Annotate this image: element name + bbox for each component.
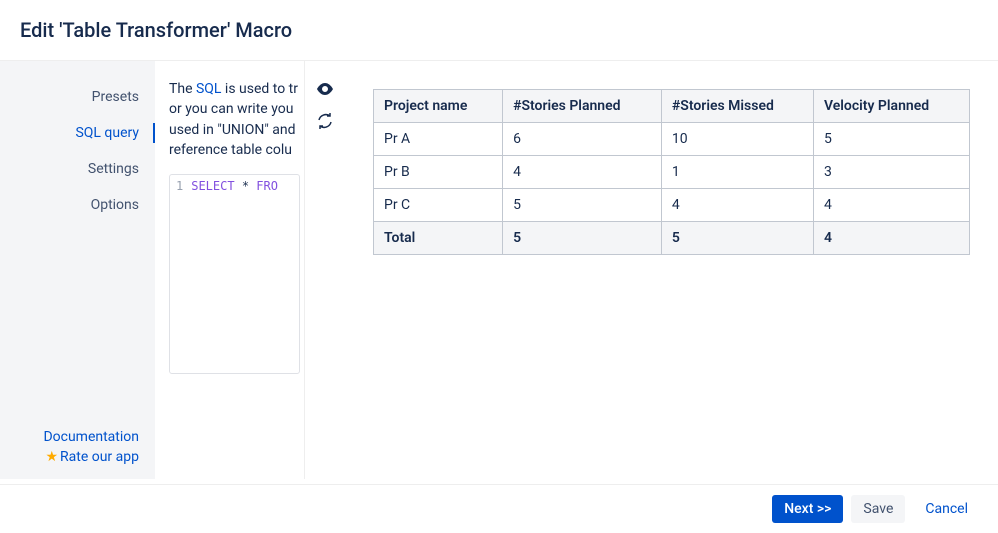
sql-code-editor[interactable]: 1SELECT * FRO	[169, 174, 300, 374]
sidebar: Presets SQL query Settings Options Docum…	[0, 61, 155, 479]
sidebar-item-options[interactable]: Options	[0, 187, 155, 223]
dialog-title: Edit 'Table Transformer' Macro	[20, 18, 978, 42]
sidebar-item-presets[interactable]: Presets	[0, 79, 155, 115]
table-row: Pr A 6 10 5	[374, 123, 970, 156]
table-row: Pr B 4 1 3	[374, 156, 970, 189]
rate-app-label: Rate our app	[60, 449, 139, 465]
sidebar-bottom: Documentation ★Rate our app	[0, 427, 155, 467]
sidebar-nav: Presets SQL query Settings Options	[0, 79, 155, 223]
save-button[interactable]: Save	[851, 495, 905, 523]
line-number: 1	[176, 179, 183, 193]
table-row: Pr C 5 4 4	[374, 189, 970, 222]
next-button[interactable]: Next >>	[772, 495, 843, 523]
rate-app-link[interactable]: ★Rate our app	[0, 447, 145, 467]
refresh-icon[interactable]	[315, 111, 335, 131]
table-header-row: Project name #Stories Planned #Stories M…	[374, 90, 970, 123]
col-project-name: Project name	[374, 90, 503, 123]
dialog-header: Edit 'Table Transformer' Macro	[0, 0, 998, 61]
col-stories-missed: #Stories Missed	[661, 90, 813, 123]
result-table: Project name #Stories Planned #Stories M…	[373, 89, 970, 255]
sidebar-item-label: SQL query	[75, 125, 139, 141]
main-area: Presets SQL query Settings Options Docum…	[0, 61, 998, 479]
col-stories-planned: #Stories Planned	[503, 90, 662, 123]
sidebar-item-sql-query[interactable]: SQL query	[0, 115, 155, 151]
cancel-button[interactable]: Cancel	[913, 495, 980, 523]
editor-panel: The SQL is used to tr or you can write y…	[155, 61, 305, 479]
sidebar-item-label: Settings	[88, 161, 139, 177]
preview-panel: Project name #Stories Planned #Stories M…	[345, 61, 998, 479]
documentation-link[interactable]: Documentation	[0, 427, 145, 447]
sql-keyword: SELECT	[191, 179, 234, 193]
sql-link[interactable]: SQL	[196, 81, 221, 97]
star-icon: ★	[45, 449, 58, 465]
tool-icons	[305, 61, 345, 479]
sidebar-item-label: Options	[91, 197, 139, 213]
dialog-footer: Next >> Save Cancel	[0, 484, 998, 533]
table-total-row: Total 5 5 4	[374, 222, 970, 255]
sql-keyword: FRO	[256, 179, 278, 193]
sidebar-item-settings[interactable]: Settings	[0, 151, 155, 187]
preview-icon[interactable]	[315, 79, 335, 99]
sidebar-item-label: Presets	[92, 89, 139, 105]
editor-description: The SQL is used to tr or you can write y…	[169, 79, 300, 160]
col-velocity-planned: Velocity Planned	[813, 90, 969, 123]
